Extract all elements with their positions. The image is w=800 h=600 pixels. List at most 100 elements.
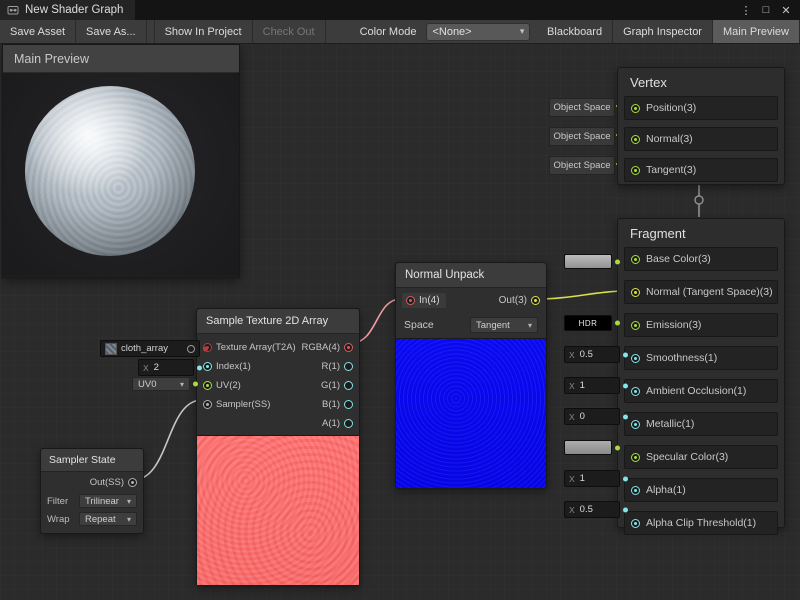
port-in[interactable] (406, 296, 415, 305)
normal-unpack-node[interactable]: Normal Unpack In(4) Out(3) Space Tangent (395, 262, 547, 489)
connector-dot[interactable] (695, 196, 703, 204)
port-uv-input[interactable] (203, 381, 212, 390)
row-in-out: In(4) Out(3) (396, 288, 546, 312)
space-row: Space Tangent (396, 312, 546, 338)
color-mode-label: Color Mode (356, 20, 421, 43)
port-alpha-clip-threshold[interactable] (631, 519, 640, 528)
window-title: New Shader Graph (25, 4, 123, 16)
port-sampler-input[interactable] (203, 400, 212, 409)
port-stub (623, 507, 628, 512)
space-label: Space (404, 319, 434, 331)
port-stub (193, 382, 198, 387)
vertex-node[interactable]: Vertex Position(3) Normal(3) Tangent(3) (617, 67, 785, 185)
close-icon[interactable]: ✕ (778, 2, 794, 18)
filter-label: Filter (47, 496, 68, 507)
port-stub (203, 346, 208, 351)
normal-unpack-title[interactable]: Normal Unpack (396, 263, 546, 288)
fragment-node-title[interactable]: Fragment (618, 219, 784, 247)
port-a-output[interactable] (344, 419, 353, 428)
slot-tangent: Tangent(3) (624, 158, 778, 182)
graph-inspector-toggle-button[interactable]: Graph Inspector (613, 20, 713, 43)
toolbar: Save Asset Save As... Show In Project Ch… (0, 20, 800, 44)
port-index-input[interactable] (203, 362, 212, 371)
port-ambient-occlusion[interactable] (631, 387, 640, 396)
toolbar-right-group: Blackboard Graph Inspector Main Preview (537, 20, 800, 43)
port-rgba-output[interactable] (344, 343, 353, 352)
object-space-chip-normal[interactable]: Object Space (549, 127, 615, 146)
cloth-array-object-field[interactable]: cloth_array (100, 340, 200, 357)
main-preview-toggle-button[interactable]: Main Preview (713, 20, 800, 43)
port-metallic[interactable] (631, 420, 640, 429)
color-mode-value: <None> (432, 26, 471, 38)
port-out-ss[interactable] (128, 478, 137, 487)
window-tab[interactable]: New Shader Graph (0, 0, 135, 20)
shader-graph-icon (7, 4, 19, 16)
port-r-output[interactable] (344, 362, 353, 371)
ambient-occlusion-field[interactable]: X 1 (564, 377, 620, 394)
alpha-clip-threshold-field[interactable]: X 0.5 (564, 501, 620, 518)
port-stub (623, 414, 628, 419)
port-specular-color[interactable] (631, 453, 640, 462)
check-out-button: Check Out (253, 20, 326, 43)
port-stub (623, 352, 628, 357)
save-asset-button[interactable]: Save Asset (0, 20, 76, 43)
uv-channel-dropdown[interactable]: UV0 (132, 377, 190, 391)
main-preview-header[interactable]: Main Preview (3, 45, 239, 73)
row-index-r: Index(1) R(1) (197, 357, 359, 376)
port-emission[interactable] (631, 321, 640, 330)
index-field[interactable]: X 2 (138, 359, 194, 376)
row-out-ss: Out(SS) (41, 472, 143, 492)
port-normal[interactable] (631, 135, 640, 144)
port-alpha[interactable] (631, 486, 640, 495)
emission-hdr-swatch[interactable]: HDR (564, 315, 612, 331)
port-normal-tangent-space[interactable] (631, 288, 640, 297)
slot-metallic: Metallic(1) (624, 412, 778, 436)
wrap-label: Wrap (47, 514, 70, 525)
slot-alpha: Alpha(1) (624, 478, 778, 502)
port-stub (615, 321, 620, 326)
port-position[interactable] (631, 104, 640, 113)
save-as-button[interactable]: Save As... (76, 20, 147, 43)
metallic-field[interactable]: X 0 (564, 408, 620, 425)
port-base-color[interactable] (631, 255, 640, 264)
show-in-project-button[interactable]: Show In Project (154, 20, 253, 43)
object-picker-icon[interactable] (187, 345, 195, 353)
fragment-node[interactable]: Fragment Base Color(3) Normal (Tangent S… (617, 218, 785, 528)
row-uv-g: UV(2) G(1) (197, 376, 359, 395)
sample-node-title[interactable]: Sample Texture 2D Array (197, 309, 359, 334)
maximize-icon[interactable]: □ (758, 2, 774, 18)
sampler-state-title[interactable]: Sampler State (41, 449, 143, 472)
smoothness-field[interactable]: X 0.5 (564, 346, 620, 363)
color-mode-dropdown[interactable]: <None> (426, 23, 530, 41)
object-space-chip-tangent[interactable]: Object Space (549, 156, 615, 175)
port-out[interactable] (531, 296, 540, 305)
filter-dropdown[interactable]: Trilinear (79, 494, 137, 508)
wrap-row: Wrap Repeat (41, 510, 143, 528)
port-smoothness[interactable] (631, 354, 640, 363)
specular-color-swatch[interactable] (564, 440, 612, 455)
edge-out-to-normal[interactable] (537, 291, 628, 299)
alpha-field[interactable]: X 1 (564, 470, 620, 487)
slot-emission: Emission(3) (624, 313, 778, 337)
port-tangent[interactable] (631, 166, 640, 175)
sample-texture-2d-array-node[interactable]: Sample Texture 2D Array Texture Array(T2… (196, 308, 360, 586)
space-dropdown[interactable]: Tangent (470, 317, 538, 333)
port-stub (623, 383, 628, 388)
port-b-output[interactable] (344, 400, 353, 409)
row-a: A(1) (197, 414, 359, 433)
sampler-state-node[interactable]: Sampler State Out(SS) Filter Trilinear W… (40, 448, 144, 534)
slot-base-color: Base Color(3) (624, 247, 778, 271)
main-preview-panel: Main Preview (2, 44, 240, 278)
wrap-dropdown[interactable]: Repeat (79, 512, 137, 526)
title-bar: New Shader Graph ⋮ □ ✕ (0, 0, 800, 20)
blackboard-toggle-button[interactable]: Blackboard (537, 20, 613, 43)
port-g-output[interactable] (344, 381, 353, 390)
vertex-node-title[interactable]: Vertex (618, 68, 784, 96)
slot-alpha-clip-threshold: Alpha Clip Threshold(1) (624, 511, 778, 535)
main-preview-body (3, 73, 239, 276)
base-color-swatch[interactable] (564, 254, 612, 269)
slot-ambient-occlusion: Ambient Occlusion(1) (624, 379, 778, 403)
object-space-chip-position[interactable]: Object Space (549, 98, 615, 117)
window-controls: ⋮ □ ✕ (738, 2, 800, 18)
kebab-menu-icon[interactable]: ⋮ (738, 2, 754, 18)
